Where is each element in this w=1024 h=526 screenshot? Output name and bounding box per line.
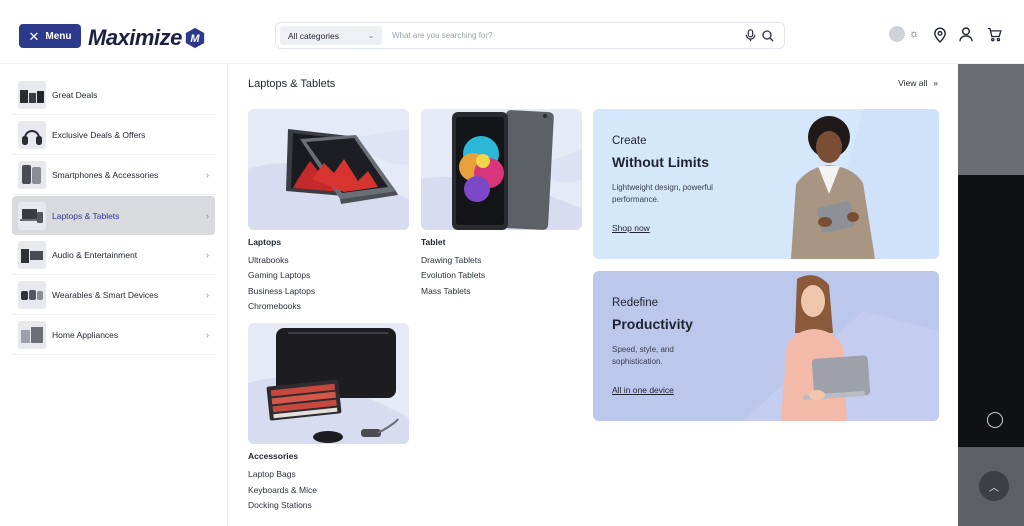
link-laptop-bags[interactable]: Laptop Bags: [248, 469, 296, 479]
promo-kicker: Redefine: [612, 297, 659, 309]
sidebar-item-label: Wearables & Smart Devices: [52, 290, 159, 300]
logo-badge-letter: M: [190, 33, 200, 45]
category-sidebar: Great Deals Exclusive Deals & Offers Sma…: [0, 64, 228, 526]
category-heading-tablet[interactable]: Tablet: [421, 237, 445, 247]
exclusive-deals-thumbnail: [18, 121, 46, 149]
link-business-laptops[interactable]: Business Laptops: [248, 286, 315, 296]
home-appliances-thumbnail: [18, 321, 46, 349]
search-bar: All categories ⌄: [275, 22, 785, 49]
logo-badge-icon: M: [185, 27, 204, 49]
logo-wordmark: Maximize: [88, 25, 182, 50]
theme-toggle[interactable]: [889, 26, 905, 42]
user-icon[interactable]: [959, 27, 973, 42]
location-pin-icon[interactable]: [933, 27, 947, 43]
sidebar-item-audio[interactable]: Audio & Entertainment ›: [12, 236, 215, 275]
mega-menu-panel: Laptops & Tablets View all » Laptops Ult…: [229, 64, 958, 526]
promo-title: Without Limits: [612, 154, 710, 170]
site-header: ✕ Menu Maximize M All categories ⌄ ☼: [0, 0, 1024, 64]
scroll-to-top-button[interactable]: ︿: [979, 471, 1009, 501]
audio-thumbnail: [18, 241, 46, 269]
search-icon[interactable]: [762, 29, 774, 42]
link-mass-tablets[interactable]: Mass Tablets: [421, 286, 470, 296]
search-input[interactable]: [392, 25, 745, 46]
link-drawing-tablets[interactable]: Drawing Tablets: [421, 255, 481, 265]
chevron-up-icon: ︿: [989, 482, 999, 494]
promo-banner-redefine[interactable]: Redefine Productivity Speed, style, and …: [593, 271, 939, 421]
sidebar-item-label: Smartphones & Accessories: [52, 170, 159, 180]
link-chromebooks[interactable]: Chromebooks: [248, 301, 301, 311]
shop-now-link[interactable]: Shop now: [612, 223, 650, 233]
close-icon: ✕: [28, 28, 40, 44]
chevron-down-icon: ⌄: [368, 32, 374, 40]
sidebar-item-label: Exclusive Deals & Offers: [52, 130, 146, 140]
sidebar-item-label: Home Appliances: [52, 330, 119, 340]
theme-switch[interactable]: ☼: [889, 26, 919, 42]
carousel-indicator[interactable]: [987, 412, 1003, 428]
promo-kicker: Create: [612, 135, 647, 147]
category-heading-laptops[interactable]: Laptops: [248, 237, 281, 247]
sidebar-item-great-deals[interactable]: Great Deals: [12, 76, 215, 115]
menu-button-label: Menu: [45, 30, 72, 42]
promo-banner-create[interactable]: Create Without Limits Lightweight design…: [593, 109, 939, 259]
promo-person-image: [743, 275, 939, 421]
chevron-right-icon: ›: [206, 170, 209, 180]
category-select-value: All categories: [288, 30, 340, 41]
chevron-right-icon: ›: [206, 290, 209, 300]
all-in-one-device-link[interactable]: All in one device: [612, 385, 674, 395]
smartphones-thumbnail: [18, 161, 46, 189]
promo-description: Speed, style, and sophistication.: [612, 345, 674, 367]
category-select[interactable]: All categories ⌄: [280, 26, 382, 45]
sidebar-item-wearables[interactable]: Wearables & Smart Devices ›: [12, 276, 215, 315]
sidebar-item-label: Great Deals: [52, 90, 98, 100]
promo-title: Productivity: [612, 316, 693, 332]
link-gaming-laptops[interactable]: Gaming Laptops: [248, 270, 310, 280]
sidebar-item-laptops-tablets[interactable]: Laptops & Tablets ›: [12, 196, 215, 235]
menu-button[interactable]: ✕ Menu: [19, 24, 81, 48]
tablet-image[interactable]: [421, 109, 582, 230]
link-keyboards-mice[interactable]: Keyboards & Mice: [248, 485, 317, 495]
chevron-right-icon: ›: [206, 210, 209, 221]
laptops-image[interactable]: [248, 109, 409, 230]
laptops-tablets-thumbnail: [18, 201, 46, 230]
backdrop-banner: [958, 175, 1024, 447]
promo-description: Lightweight design, powerful performance…: [612, 183, 713, 205]
link-evolution-tablets[interactable]: Evolution Tablets: [421, 270, 485, 280]
sidebar-item-smartphones[interactable]: Smartphones & Accessories ›: [12, 156, 215, 195]
wearables-thumbnail: [18, 281, 46, 309]
accessories-image[interactable]: [248, 323, 409, 444]
category-heading-accessories[interactable]: Accessories: [248, 451, 298, 461]
sidebar-item-exclusive-deals[interactable]: Exclusive Deals & Offers: [12, 116, 215, 155]
microphone-icon[interactable]: [745, 29, 756, 42]
sun-icon: ☼: [909, 28, 920, 40]
link-docking-stations[interactable]: Docking Stations: [248, 500, 312, 510]
view-all-label: View all: [898, 78, 928, 88]
sidebar-item-label: Laptops & Tablets: [52, 210, 120, 221]
section-title: Laptops & Tablets: [248, 78, 336, 90]
sidebar-item-home-appliances[interactable]: Home Appliances ›: [12, 316, 215, 355]
sidebar-item-label: Audio & Entertainment: [52, 250, 138, 260]
link-ultrabooks[interactable]: Ultrabooks: [248, 255, 289, 265]
cart-icon[interactable]: [987, 27, 1002, 42]
chevron-right-icon: ›: [206, 250, 209, 260]
double-chevron-right-icon: »: [933, 78, 938, 88]
promo-person-image: [791, 109, 939, 259]
great-deals-thumbnail: [18, 81, 46, 109]
view-all-link[interactable]: View all »: [898, 78, 938, 88]
chevron-right-icon: ›: [206, 330, 209, 340]
site-logo[interactable]: Maximize M: [88, 24, 206, 52]
